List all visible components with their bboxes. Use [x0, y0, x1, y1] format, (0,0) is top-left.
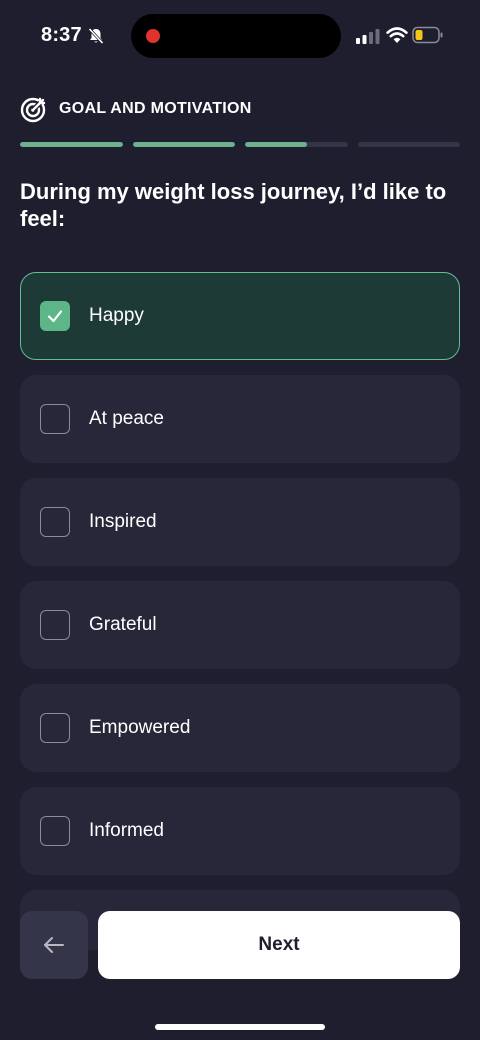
recording-dot-icon	[146, 29, 160, 43]
progress-segment	[357, 142, 460, 147]
option-label: Empowered	[89, 717, 191, 738]
next-button[interactable]: Next	[98, 911, 460, 979]
checkbox[interactable]	[40, 301, 70, 331]
bell-slash-icon	[88, 27, 104, 45]
option-label: Happy	[89, 305, 144, 326]
question-title: During my weight loss journey, I’d like …	[20, 179, 447, 231]
option-at-peace[interactable]: At peace	[20, 375, 460, 463]
option-grateful[interactable]: Grateful	[20, 581, 460, 669]
status-time: 8:37	[41, 24, 82, 46]
status-bar: 8:37	[0, 0, 480, 72]
option-informed[interactable]: Informed	[20, 787, 460, 875]
target-icon	[20, 97, 46, 123]
check-icon	[47, 310, 63, 323]
checkbox[interactable]	[40, 713, 70, 743]
checkbox[interactable]	[40, 507, 70, 537]
dynamic-island	[131, 14, 341, 58]
option-label: Informed	[89, 820, 164, 841]
option-label: At peace	[89, 408, 164, 429]
home-indicator[interactable]	[155, 1024, 325, 1030]
progress-segment	[245, 142, 348, 147]
option-inspired[interactable]: Inspired	[20, 478, 460, 566]
section-title: GOAL AND MOTIVATION	[59, 100, 252, 117]
progress-segment	[132, 142, 235, 147]
progress-bar	[20, 142, 460, 148]
checkbox[interactable]	[40, 404, 70, 434]
back-button[interactable]	[20, 911, 88, 979]
progress-segment	[20, 142, 123, 147]
arrow-left-icon	[44, 937, 64, 953]
battery-low-icon	[412, 26, 443, 44]
option-label: Grateful	[89, 614, 157, 635]
options-list: Happy At peace Inspired Grateful Empower…	[20, 272, 460, 956]
wifi-icon	[386, 27, 408, 43]
checkbox[interactable]	[40, 610, 70, 640]
checkbox[interactable]	[40, 816, 70, 846]
option-empowered[interactable]: Empowered	[20, 684, 460, 772]
option-happy[interactable]: Happy	[20, 272, 460, 360]
section-header: GOAL AND MOTIVATION	[20, 94, 252, 124]
option-label: Inspired	[89, 511, 157, 532]
signal-icon	[356, 29, 380, 44]
